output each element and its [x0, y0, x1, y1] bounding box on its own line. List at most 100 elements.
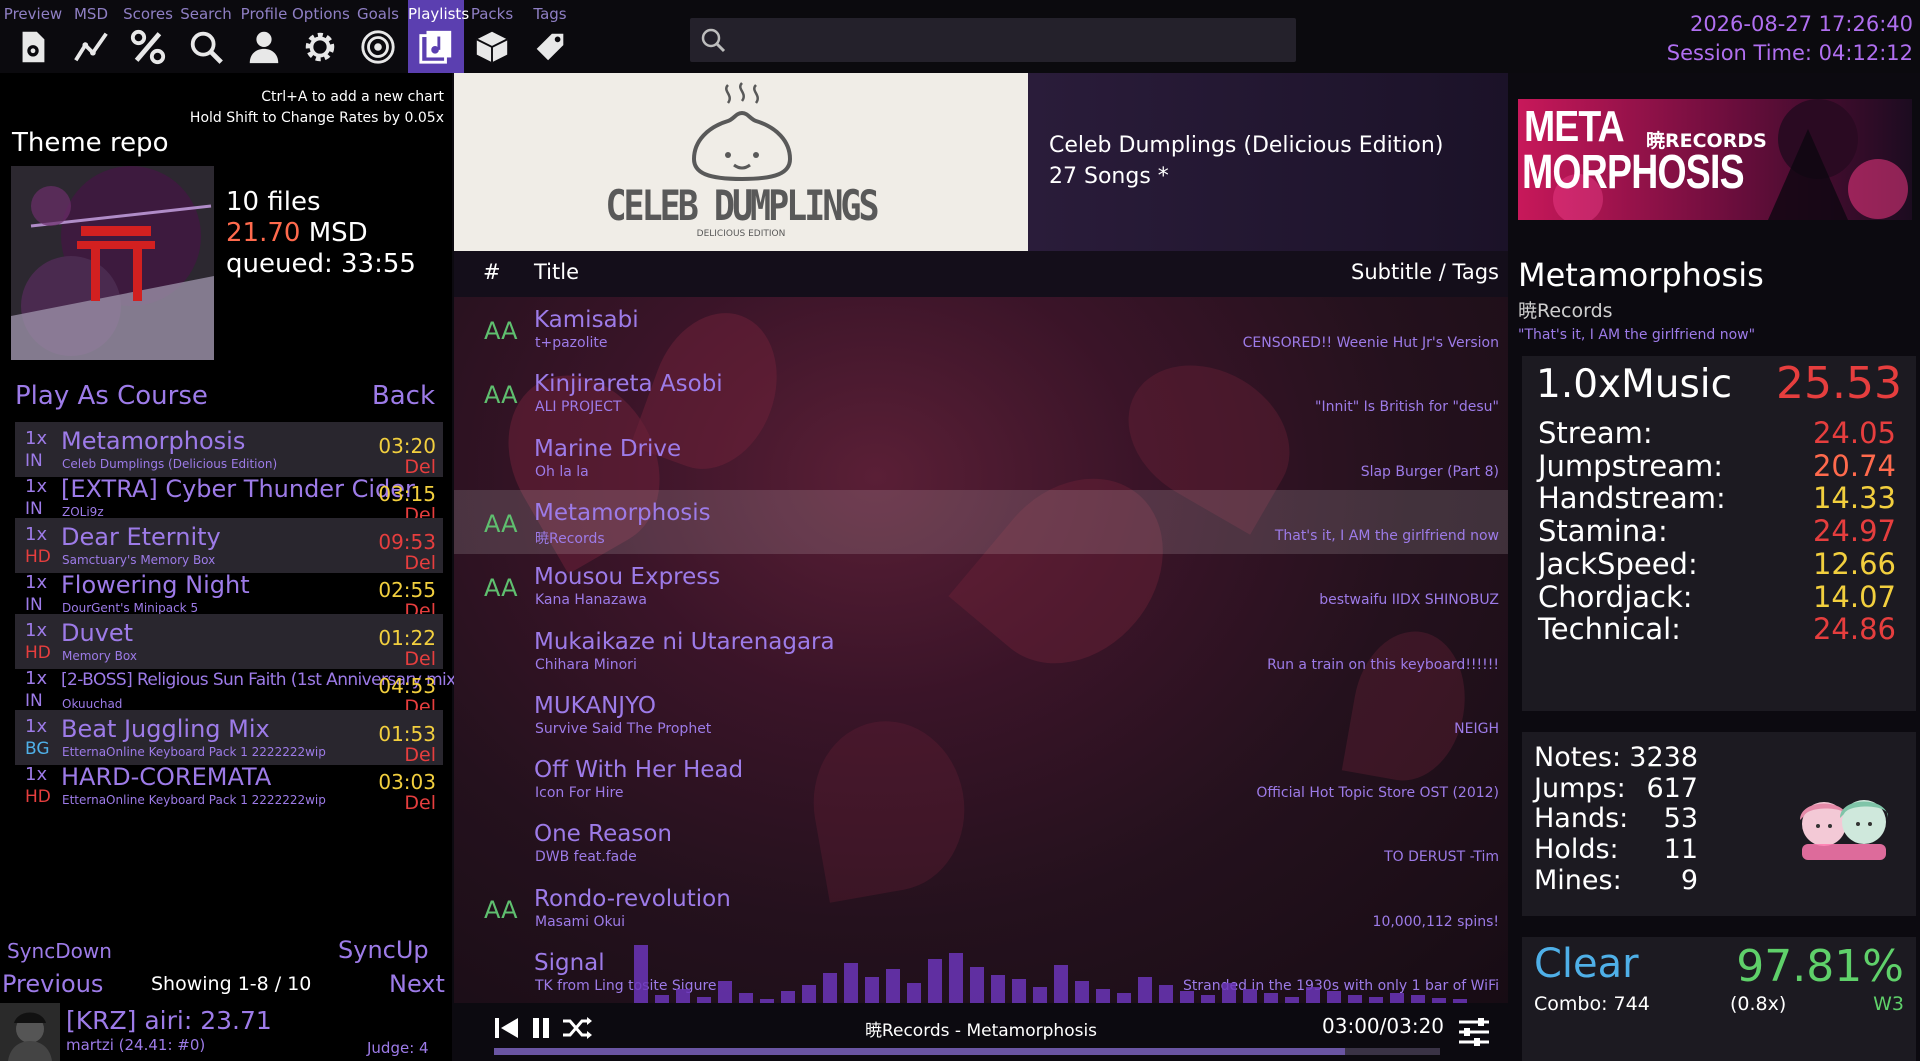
song-grade: AA — [484, 895, 518, 924]
visualizer-bar — [1180, 991, 1194, 1003]
playlist-entry[interactable]: 1x IN [EXTRA] Cyber Thunder Cider ZOLi9z… — [15, 470, 443, 526]
avatar — [0, 1003, 60, 1061]
count-value: 3238 — [1629, 742, 1698, 773]
entry-rate[interactable]: 1x — [25, 524, 47, 545]
play-as-course-button[interactable]: Play As Course — [15, 381, 208, 411]
profile-bar[interactable]: [KRZ] airi: 23.71 martzi (24.41: #0) Jud… — [0, 1003, 452, 1061]
song-row[interactable]: AA Rondo-revolution Masami Okui 10,000,112 … — [454, 876, 1508, 940]
song-row[interactable]: AA Kamisabi t+pazolite CENSORED!! Weenie Hu… — [454, 297, 1508, 361]
back-button[interactable]: Back — [372, 381, 435, 411]
visualizer-bar — [1201, 995, 1215, 1003]
song-list-header: # Title Subtitle / Tags — [454, 251, 1508, 297]
visualizer-bar — [1411, 995, 1425, 1003]
song-title: Kinjirareta Asobi — [534, 371, 723, 398]
progress-bar[interactable] — [494, 1048, 1440, 1055]
entry-rate[interactable]: 1x — [25, 668, 47, 689]
column-title[interactable]: Title — [534, 260, 579, 284]
tab-label: Goals — [357, 5, 399, 23]
music-player: 暁Records - Metamorphosis 03:00/03:20 — [454, 1003, 1508, 1061]
entry-title: Duvet — [61, 619, 134, 647]
playlist-entry[interactable]: 1x HD Duvet Memory Box 01:22 Del — [15, 614, 443, 670]
tab-playlists[interactable]: Playlists — [408, 0, 469, 73]
count-label: Notes: — [1534, 742, 1622, 773]
tab-label: Scores — [123, 5, 173, 23]
banner-subtitle: DELICIOUS EDITION — [696, 229, 786, 239]
tab-msd[interactable]: MSD — [66, 0, 116, 73]
visualizer-bar — [739, 993, 753, 1003]
song-row[interactable]: Off With Her Head Icon For Hire Official H… — [454, 747, 1508, 811]
entry-rate[interactable]: 1x — [25, 476, 47, 497]
score-judge: W3 — [1873, 993, 1904, 1015]
song-subtitle: Slap Burger (Part 8) — [1360, 463, 1499, 480]
add-chart-hint: Ctrl+A to add a new chart — [261, 89, 444, 105]
percent-icon — [130, 29, 166, 65]
profile-icon — [249, 31, 279, 64]
target-icon — [361, 30, 395, 64]
playlist-entry[interactable]: 1x HD Dear Eternity Samctuary's Memory B… — [15, 518, 443, 574]
tab-goals[interactable]: Goals — [350, 0, 406, 73]
song-title: Rondo-revolution — [534, 885, 731, 912]
count-value: 617 — [1646, 772, 1698, 804]
visualizer-bar — [1264, 993, 1278, 1003]
song-row[interactable]: One Reason DWB feat.fade TO DERUST -Tim — [454, 811, 1508, 875]
profile-sub: martzi (24.41: #0) — [66, 1036, 206, 1054]
settings-sliders-icon[interactable] — [1458, 1017, 1490, 1047]
visualizer-bar — [781, 991, 795, 1003]
song-row[interactable]: AA Kinjirareta Asobi ALI PROJECT "Innit" Is… — [454, 361, 1508, 425]
skillset-value: 20.74 — [1812, 448, 1896, 483]
tab-preview[interactable]: Preview — [0, 0, 66, 73]
song-banner: META 暁RECORDS MORPHOSIS — [1518, 99, 1912, 220]
tab-search[interactable]: Search — [178, 0, 234, 73]
gear-icon — [305, 32, 335, 62]
song-title: Metamorphosis — [534, 499, 711, 526]
sync-down-button[interactable]: SyncDown — [7, 939, 112, 963]
msd-value: 21.70 — [226, 218, 301, 248]
tab-scores[interactable]: Scores — [122, 0, 174, 73]
tab-profile[interactable]: Profile — [236, 0, 292, 73]
count-label: Jumps: — [1534, 772, 1626, 804]
playlist-entry[interactable]: 1x IN Flowering Night DourGent's Minipac… — [15, 566, 443, 622]
song-row[interactable]: AA Metamorphosis 暁Records That's it, I AM t… — [454, 489, 1508, 554]
visualizer-bar — [991, 975, 1005, 1003]
tab-packs[interactable]: Packs — [466, 0, 518, 73]
entry-rate[interactable]: 1x — [25, 620, 47, 641]
visualizer-bar — [886, 969, 900, 1003]
entry-title: Beat Juggling Mix — [61, 715, 270, 743]
playlist-entry[interactable]: 1x HD HARD-COREMATA EtternaOnline Keyboa… — [15, 758, 443, 814]
next-page-button[interactable]: Next — [389, 970, 445, 998]
entry-rate[interactable]: 1x — [25, 572, 47, 593]
song-artist: Icon For Hire — [535, 785, 624, 802]
delete-button[interactable]: Del — [404, 792, 436, 814]
msd-graph-icon — [74, 32, 108, 62]
search-input[interactable] — [690, 18, 1296, 62]
song-row[interactable]: Mukaikaze ni Utarenagara Chihara Minori Ru… — [454, 619, 1508, 683]
playlist-entry[interactable]: 1x BG Beat Juggling Mix EtternaOnline Ke… — [15, 710, 443, 766]
song-title: One Reason — [534, 821, 672, 848]
tab-options[interactable]: Options — [292, 0, 350, 73]
song-artist: Survive Said The Prophet — [535, 720, 712, 737]
pack-header: Celeb Dumplings (Delicious Edition) 27 S… — [1028, 73, 1508, 251]
song-row[interactable]: MUKANJYO Survive Said The Prophet NEIGH — [454, 683, 1508, 747]
song-artist: Masami Okui — [535, 913, 625, 930]
visualizer-bar — [802, 985, 816, 1003]
song-subtitle: 10,000,112 spins! — [1372, 913, 1499, 930]
tab-label: Tags — [533, 5, 567, 23]
entry-rate[interactable]: 1x — [25, 716, 47, 737]
visualizer-bar — [1159, 985, 1173, 1003]
previous-page-button[interactable]: Previous — [2, 970, 103, 998]
entry-rate[interactable]: 1x — [25, 764, 47, 785]
tab-tags[interactable]: Tags — [524, 0, 576, 73]
entry-rate[interactable]: 1x — [25, 428, 47, 449]
clock: 2026-08-27 17:26:40 Session Time: 04:12:… — [1667, 10, 1913, 68]
song-row[interactable]: Marine Drive Oh la la Slap Burger (Part 8) — [454, 426, 1508, 490]
entry-difficulty: HD — [25, 643, 51, 663]
search-icon — [701, 28, 726, 53]
song-subtitle: Official Hot Topic Store OST (2012) — [1256, 785, 1499, 802]
overall-msd: 25.53 — [1776, 358, 1902, 409]
rate-hint: Hold Shift to Change Rates by 0.05x — [189, 110, 444, 126]
playlist-entry[interactable]: 1x IN Metamorphosis Celeb Dumplings (Del… — [15, 422, 443, 478]
playlist-entry[interactable]: 1x IN [2-BOSS] Religious Sun Faith (1st … — [15, 662, 462, 718]
count-value: 53 — [1663, 803, 1698, 835]
song-row[interactable]: AA Mousou Express Kana Hanazawa bestwaifu I… — [454, 554, 1508, 618]
sync-up-button[interactable]: SyncUp — [338, 936, 429, 964]
